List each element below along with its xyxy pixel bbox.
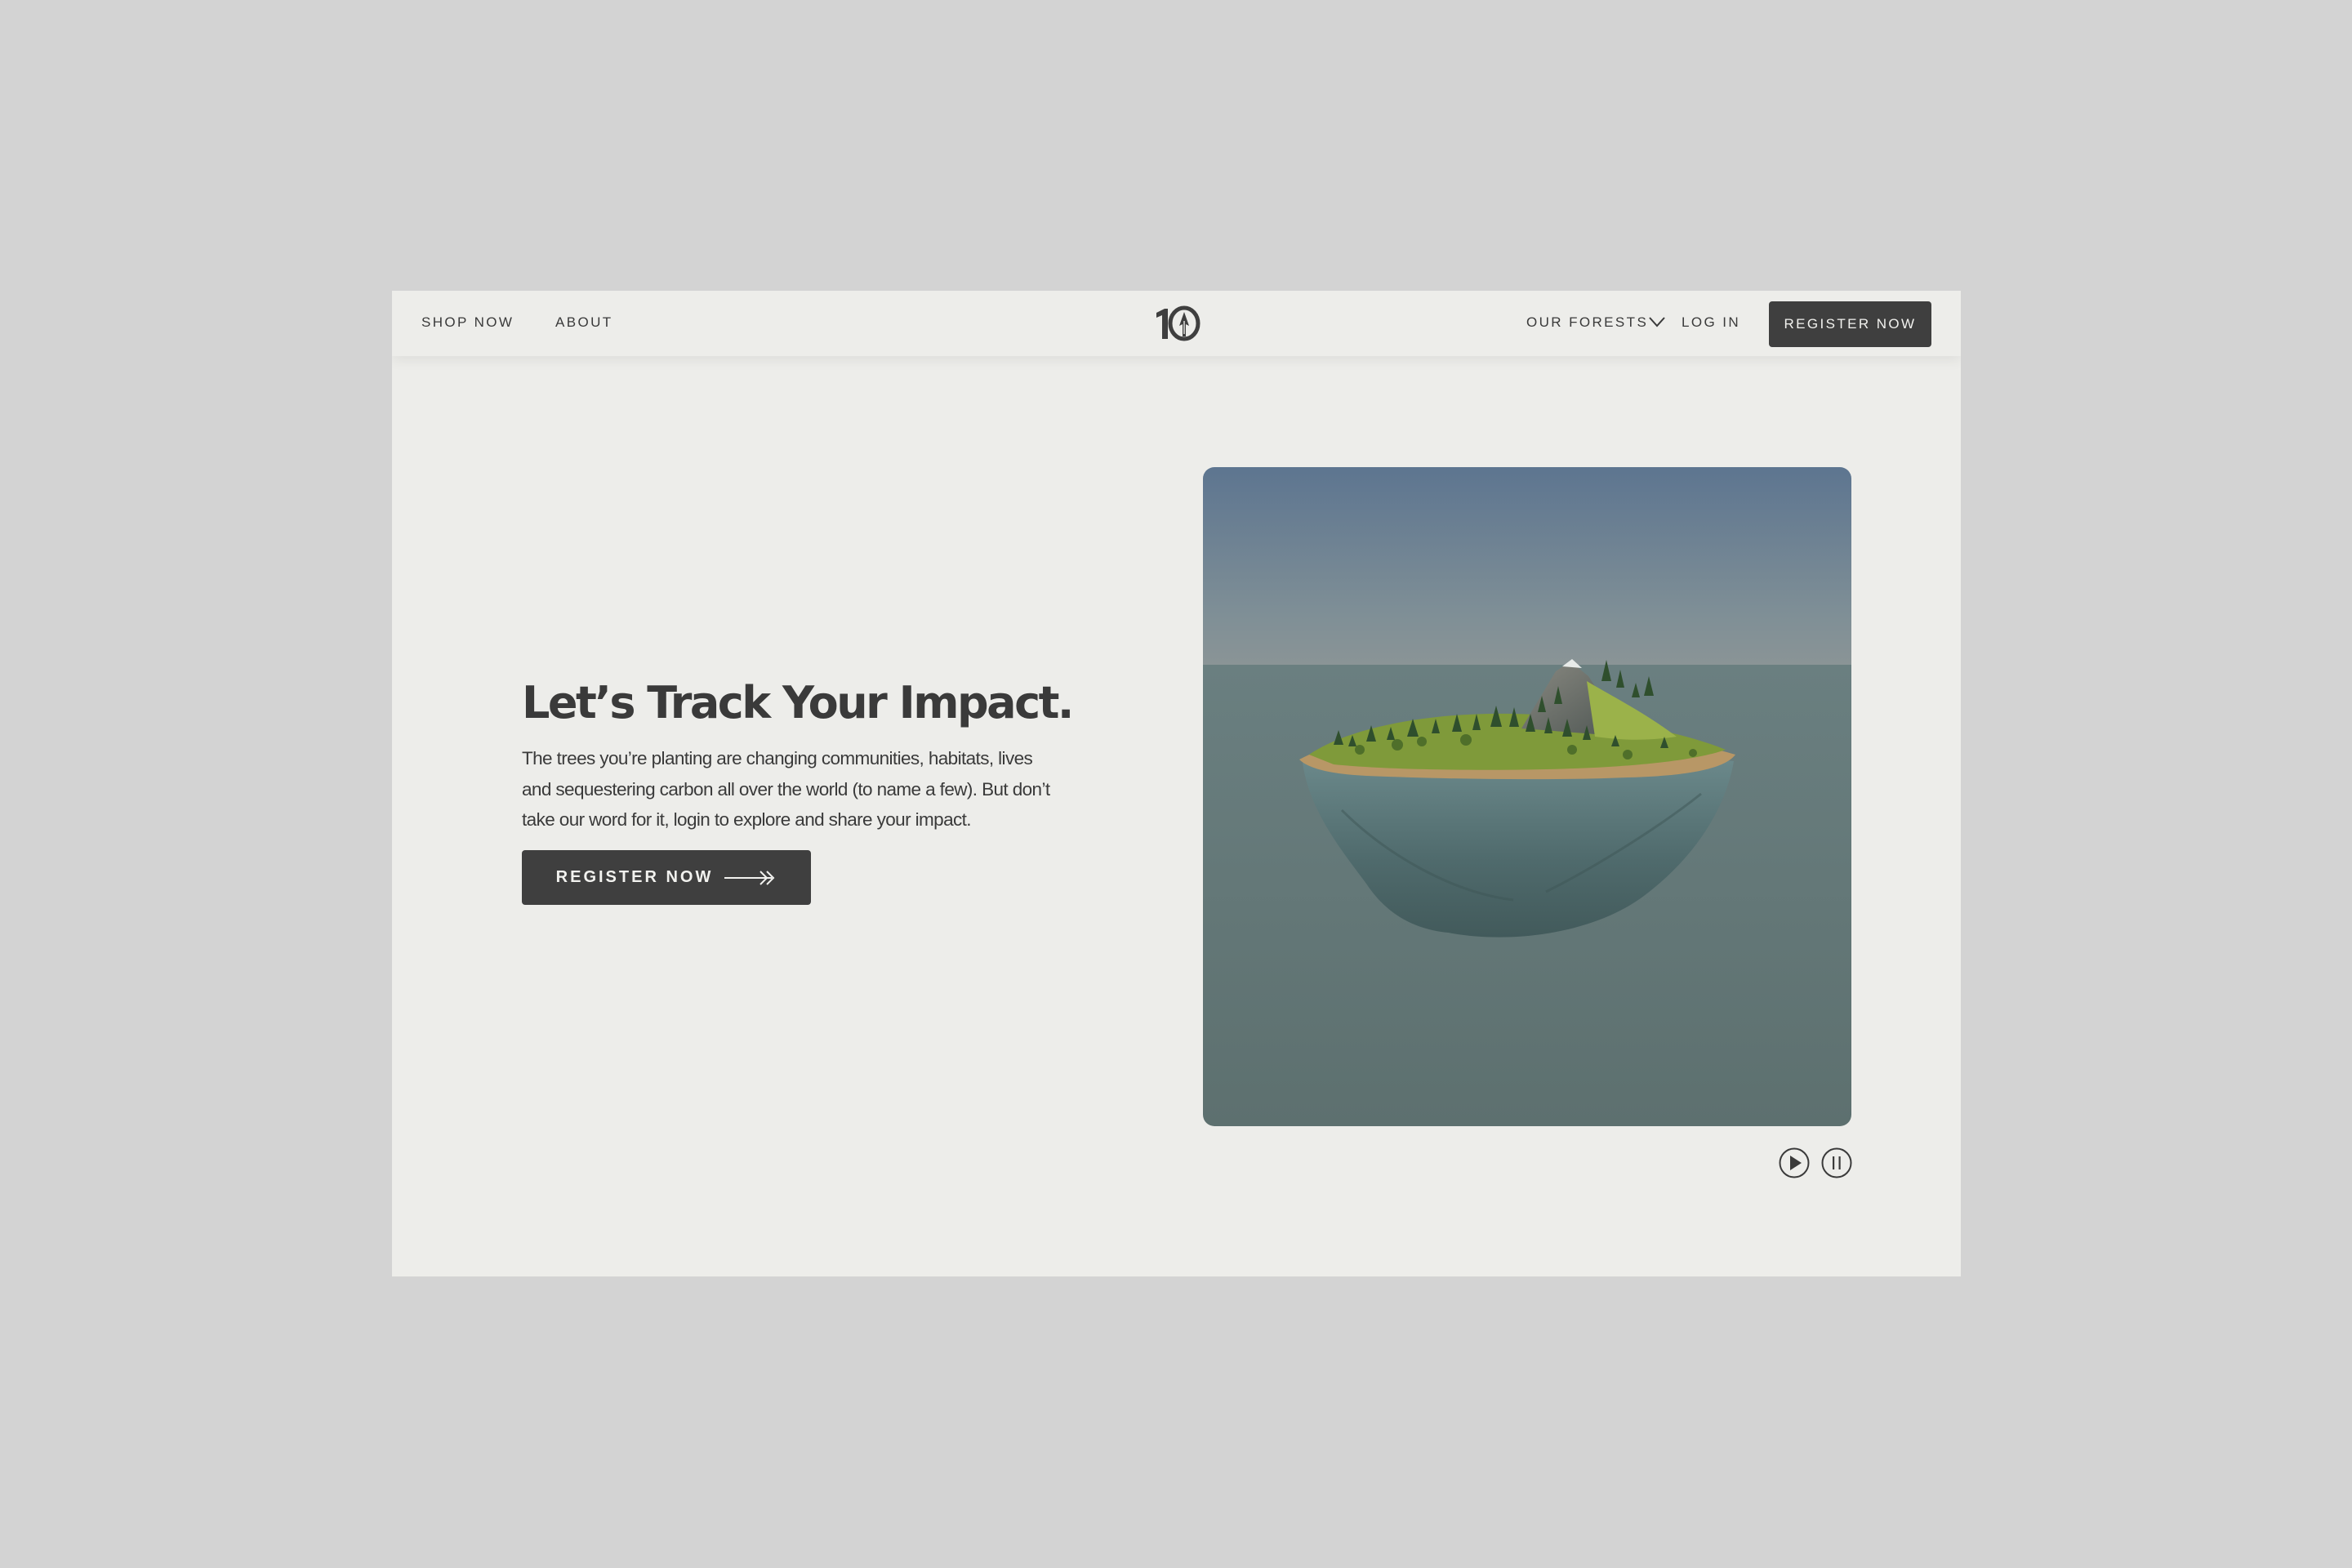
hero-title: Let’s Track Your Impact. <box>522 677 1074 728</box>
nav-our-forests-dropdown[interactable]: OUR FORESTS <box>1526 314 1666 332</box>
arrow-right-icon <box>724 870 775 885</box>
sky-band <box>1203 467 1851 665</box>
hero-description: The trees you’re planting are changing c… <box>522 748 1050 830</box>
nav-register-button[interactable]: REGISTER NOW <box>1769 301 1931 347</box>
nav-shop-now-link[interactable]: SHOP NOW <box>421 314 514 332</box>
top-navigation: SHOP NOW ABOUT OUR FORESTS LOG IN REGIST… <box>392 291 1961 356</box>
hero-register-button[interactable]: REGISTER NOW <box>522 850 811 905</box>
pause-icon[interactable] <box>1820 1147 1853 1179</box>
brand-logo-icon[interactable] <box>1152 303 1204 344</box>
chevron-down-icon <box>1649 317 1665 327</box>
island-media-panel <box>1203 467 1851 1126</box>
hero-register-button-label: REGISTER NOW <box>555 868 714 886</box>
nav-about-link[interactable]: ABOUT <box>555 314 613 332</box>
island-scene-image <box>1203 467 1851 1126</box>
play-icon[interactable] <box>1778 1147 1811 1179</box>
nav-our-forests-label: OUR FORESTS <box>1526 314 1649 330</box>
browser-window: SHOP NOW ABOUT OUR FORESTS LOG IN REGIST… <box>392 291 1961 1276</box>
logo-one-shape <box>1156 309 1168 339</box>
nav-log-in-link[interactable]: LOG IN <box>1682 314 1740 332</box>
